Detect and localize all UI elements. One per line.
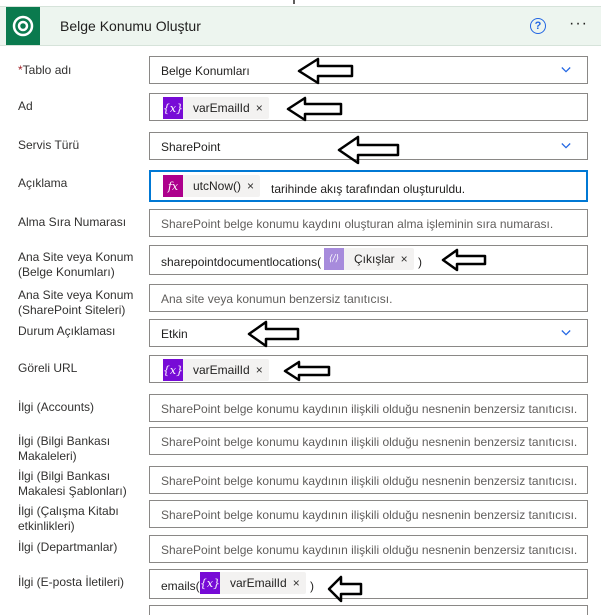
placeholder-text: SharePoint belge konumu kaydının ilişkil…: [161, 474, 578, 488]
token-label: Çıkışlar: [354, 252, 395, 266]
parent-site-doc-location-input[interactable]: sharepointdocumentlocations( ⟨/⟩ Çıkışla…: [149, 245, 588, 275]
status-reason-value: Etkin: [161, 327, 188, 341]
field-label: İlgi (Departmanlar): [18, 540, 118, 554]
output-icon: ⟨/⟩: [324, 248, 344, 270]
table-name-dropdown[interactable]: Belge Konumları: [149, 56, 588, 84]
remove-token-icon[interactable]: ×: [256, 101, 269, 115]
parent-site-sharepoint-input[interactable]: Ana site veya konumun benzersiz tanıtıcı…: [149, 284, 588, 312]
field-label: Durum Açıklaması: [18, 324, 116, 338]
remove-token-icon[interactable]: ×: [247, 179, 260, 193]
remove-token-icon[interactable]: ×: [293, 576, 306, 590]
field-label: Göreli URL: [18, 361, 78, 375]
variable-icon: {x}: [200, 572, 220, 594]
output-token[interactable]: ⟨/⟩ Çıkışlar ×: [324, 248, 414, 270]
expression-suffix-text: ): [418, 255, 422, 269]
placeholder-text: SharePoint belge konumu kaydının ilişkil…: [161, 402, 578, 416]
service-type-value: SharePoint: [161, 140, 221, 154]
expression-prefix-text: sharepointdocumentlocations(: [161, 255, 322, 269]
field-label: İlgi (Bilgi Bankası Makalesi Şablonları): [18, 469, 127, 498]
dataverse-app-icon: [6, 7, 40, 45]
placeholder-text: Ana site veya konumun benzersiz tanıtıcı…: [161, 292, 393, 306]
connector-arrow: [293, 0, 295, 4]
chevron-down-icon[interactable]: [561, 141, 571, 151]
regarding-accounts-input[interactable]: SharePoint belge konumu kaydının ilişkil…: [149, 394, 588, 422]
field-label: İlgi (E-posta İletileri): [18, 575, 125, 589]
regarding-emails-input[interactable]: emails( {x} varEmailId × ): [149, 569, 588, 599]
placeholder-text: SharePoint belge konumu kaydının ilişkil…: [161, 508, 578, 522]
description-input[interactable]: fx utcNow() × tarihinde akış tarafından …: [149, 170, 588, 202]
chevron-down-icon[interactable]: [561, 65, 571, 75]
token-label: varEmailId: [193, 101, 250, 115]
field-label: İlgi (Çalışma Kitabı etkinlikleri): [18, 504, 119, 533]
remove-token-icon[interactable]: ×: [256, 363, 269, 377]
regarding-workbook-input[interactable]: SharePoint belge konumu kaydının ilişkil…: [149, 500, 588, 528]
placeholder-text: SharePoint belge konumu kaydının ilişkil…: [161, 543, 578, 557]
annotation-arrow-icon: [283, 360, 331, 382]
import-sequence-input[interactable]: SharePoint belge konumu kaydını oluştura…: [149, 209, 588, 237]
top-connector-area: [0, 0, 601, 4]
field-label: Ana Site veya Konum (SharePoint Siteleri…: [18, 288, 134, 317]
annotation-arrow-icon: [327, 575, 363, 603]
variable-token[interactable]: {x} varEmailId ×: [163, 359, 269, 381]
field-label: Ana Site veya Konum (Belge Konumları): [18, 250, 134, 279]
placeholder-text: SharePoint belge konumu kaydının ilişkil…: [161, 435, 578, 449]
relative-url-input[interactable]: {x} varEmailId ×: [149, 355, 588, 383]
annotation-arrow-icon: [441, 248, 487, 272]
remove-token-icon[interactable]: ×: [401, 252, 414, 266]
annotation-arrow-icon: [286, 96, 343, 122]
expression-token[interactable]: fx utcNow() ×: [163, 175, 261, 197]
field-label: Açıklama: [18, 176, 68, 190]
regarding-kb-templates-input[interactable]: SharePoint belge konumu kaydının ilişkil…: [149, 466, 588, 494]
field-label: Servis Türü: [18, 138, 80, 152]
field-label: Alma Sıra Numarası: [18, 215, 127, 229]
annotation-arrow-icon: [247, 320, 300, 348]
name-input[interactable]: {x} varEmailId ×: [149, 93, 588, 121]
table-name-value: Belge Konumları: [161, 64, 250, 78]
regarding-kb-articles-input[interactable]: SharePoint belge konumu kaydının ilişkil…: [149, 427, 588, 455]
regarding-departments-input[interactable]: SharePoint belge konumu kaydının ilişkil…: [149, 535, 588, 563]
variable-token[interactable]: {x} varEmailId ×: [200, 572, 306, 594]
field-label: İlgi (Bilgi Bankası Makaleleri): [18, 434, 111, 463]
variable-icon: {x}: [163, 97, 183, 119]
token-label: utcNow(): [193, 179, 242, 193]
help-icon[interactable]: ?: [530, 18, 546, 34]
function-icon: fx: [163, 175, 183, 197]
variable-icon: {x}: [163, 359, 183, 381]
annotation-arrow-icon: [297, 57, 354, 85]
expression-prefix-text: emails(: [161, 579, 200, 593]
next-field-input[interactable]: [149, 605, 588, 615]
token-label: varEmailId: [193, 363, 250, 377]
annotation-arrow-icon: [337, 135, 400, 165]
expression-suffix-text: ): [310, 579, 314, 593]
action-title[interactable]: Belge Konumu Oluştur: [60, 18, 201, 34]
action-card-header[interactable]: Belge Konumu Oluştur ? ···: [0, 6, 601, 46]
token-label: varEmailId: [230, 576, 287, 590]
variable-token[interactable]: {x} varEmailId ×: [163, 97, 269, 119]
description-suffix-text: tarihinde akış tarafından oluşturuldu.: [271, 182, 466, 196]
placeholder-text: SharePoint belge konumu kaydını oluştura…: [161, 217, 554, 231]
field-label: *Tablo adı: [18, 63, 72, 77]
chevron-down-icon[interactable]: [561, 328, 571, 338]
status-reason-dropdown[interactable]: Etkin: [149, 319, 588, 347]
field-label: İlgi (Accounts): [18, 400, 95, 414]
field-label: Ad: [18, 99, 33, 113]
more-options-icon[interactable]: ···: [569, 15, 588, 33]
